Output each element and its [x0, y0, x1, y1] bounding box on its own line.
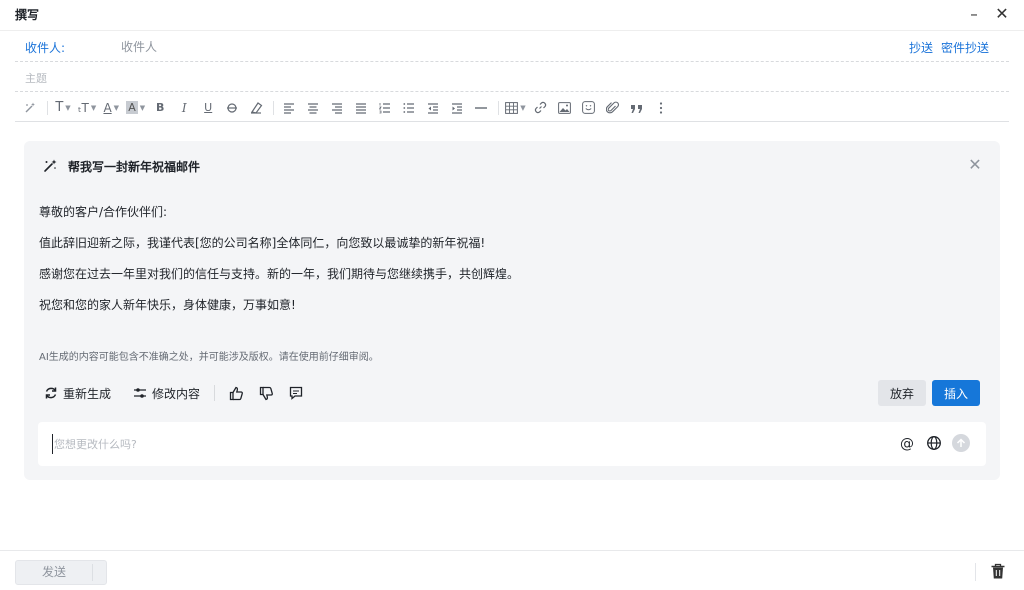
ai-generated-body: 尊敬的客户/合作伙伴们: 值此辞旧迎新之际，我谨代表[您的公司名称]全体同仁，向…	[39, 204, 979, 328]
send-split-divider	[92, 564, 93, 581]
unordered-list-icon[interactable]	[400, 98, 418, 118]
trash-icon[interactable]	[990, 563, 1008, 581]
link-icon[interactable]	[532, 98, 550, 118]
send-label: 发送	[41, 565, 66, 579]
ordered-list-icon[interactable]	[376, 98, 394, 118]
bold-glyph: B	[155, 101, 165, 114]
underline-glyph: U	[204, 101, 213, 114]
underline-icon[interactable]: U	[199, 98, 217, 118]
cc-link[interactable]: 抄送	[909, 41, 933, 55]
arrow-up-icon	[956, 438, 966, 447]
title-divider	[0, 30, 1024, 31]
align-right-icon[interactable]	[328, 98, 346, 118]
toolbar-divider	[47, 100, 48, 115]
font-color-icon[interactable]: A ▼	[102, 98, 120, 118]
refresh-icon	[45, 387, 57, 399]
close-window-button[interactable]: ✕	[992, 4, 1012, 24]
subject-row	[15, 62, 1009, 92]
outdent-icon[interactable]	[424, 98, 442, 118]
subject-input[interactable]	[25, 68, 725, 88]
font-size-icon[interactable]: ₜT ▼	[78, 98, 96, 118]
footer-vertical-divider	[975, 563, 976, 581]
quote-icon[interactable]	[628, 98, 646, 118]
ai-wand-icon	[42, 158, 58, 174]
italic-glyph: I	[181, 100, 187, 115]
emoji-icon[interactable]	[580, 98, 598, 118]
image-icon[interactable]	[556, 98, 574, 118]
indent-icon[interactable]	[448, 98, 466, 118]
italic-icon[interactable]: I	[175, 98, 193, 118]
ai-action-bar: 重新生成 修改内容	[44, 379, 317, 407]
highlight-color-icon[interactable]: A ▼	[126, 98, 145, 118]
mention-at-button[interactable]: @	[898, 434, 916, 454]
ai-prompt-title: 帮我写一封新年祝福邮件	[68, 160, 201, 174]
body-line: 感谢您在过去一年里对我们的信任与支持。新的一年，我们期待与您继续携手，共创辉煌。	[39, 267, 520, 281]
clear-format-icon[interactable]	[247, 98, 265, 118]
to-input[interactable]	[121, 37, 721, 57]
action-divider	[214, 385, 216, 401]
feedback-comment-icon[interactable]	[287, 384, 305, 402]
horizontal-rule-icon[interactable]	[472, 98, 490, 118]
modify-content-label: 修改内容	[152, 386, 201, 401]
footer-divider	[0, 550, 1024, 551]
more-icon[interactable]	[652, 98, 670, 118]
bcc-link[interactable]: 密件抄送	[941, 41, 989, 55]
closing-line: 祝您和您的家人新年快乐，身体健康，万事如意!	[39, 298, 296, 312]
toolbar-divider	[498, 100, 500, 115]
align-center-icon[interactable]	[304, 98, 322, 118]
ai-followup-box: @	[38, 422, 986, 466]
toolbar-divider	[273, 100, 275, 115]
thumbs-up-icon[interactable]	[227, 384, 245, 402]
thumbs-down-icon[interactable]	[257, 384, 275, 402]
attachment-icon[interactable]	[604, 98, 622, 118]
body-line: 值此辞旧迎新之际，我谨代表[您的公司名称]全体同仁，向您致以最诚挚的新年祝福!	[39, 236, 486, 250]
ai-followup-input[interactable]	[52, 434, 812, 454]
discard-button[interactable]: 放弃	[878, 380, 926, 406]
globe-icon[interactable]	[926, 435, 944, 453]
title-bar: 撰写 – ✕	[0, 0, 1024, 31]
insert-button[interactable]: 插入	[932, 380, 980, 406]
modify-content-button[interactable]: 修改内容	[133, 385, 200, 402]
table-icon[interactable]: ▼	[505, 98, 526, 118]
font-color-glyph: A	[103, 100, 112, 115]
bold-icon[interactable]: B	[151, 98, 169, 118]
close-ai-panel-button[interactable]: ✕	[965, 155, 985, 175]
send-prompt-button[interactable]	[952, 434, 970, 452]
window-title: 撰写	[15, 8, 40, 22]
to-label[interactable]: 收件人:	[25, 39, 65, 56]
font-family-glyph: T	[55, 100, 64, 115]
font-family-icon[interactable]: T ▼	[54, 98, 72, 118]
ai-disclaimer: AI生成的内容可能包含不准确之处，并可能涉及版权。请在使用前仔细审阅。	[39, 352, 379, 363]
font-size-glyph: ₜT	[78, 100, 89, 115]
format-toolbar: T ▼ ₜT ▼ A ▼ A ▼ B I U ▼	[15, 94, 1009, 122]
align-left-icon[interactable]	[280, 98, 298, 118]
strikethrough-icon[interactable]	[223, 98, 241, 118]
cc-links: 抄送 密件抄送	[901, 39, 989, 56]
regenerate-button[interactable]: 重新生成	[44, 385, 111, 402]
adjust-icon	[134, 388, 147, 398]
send-button[interactable]: 发送	[15, 560, 107, 585]
highlight-color-glyph: A	[126, 101, 138, 114]
ai-pen-icon[interactable]	[21, 98, 39, 118]
regenerate-label: 重新生成	[63, 386, 112, 401]
align-justify-icon[interactable]	[352, 98, 370, 118]
ai-writing-panel: 帮我写一封新年祝福邮件 ✕ 尊敬的客户/合作伙伴们: 值此辞旧迎新之际，我谨代表…	[24, 141, 1000, 480]
minimize-button[interactable]: –	[964, 4, 984, 24]
recipient-row: 收件人: 抄送密件抄送	[15, 32, 1009, 62]
greeting-line: 尊敬的客户/合作伙伴们:	[39, 205, 168, 219]
